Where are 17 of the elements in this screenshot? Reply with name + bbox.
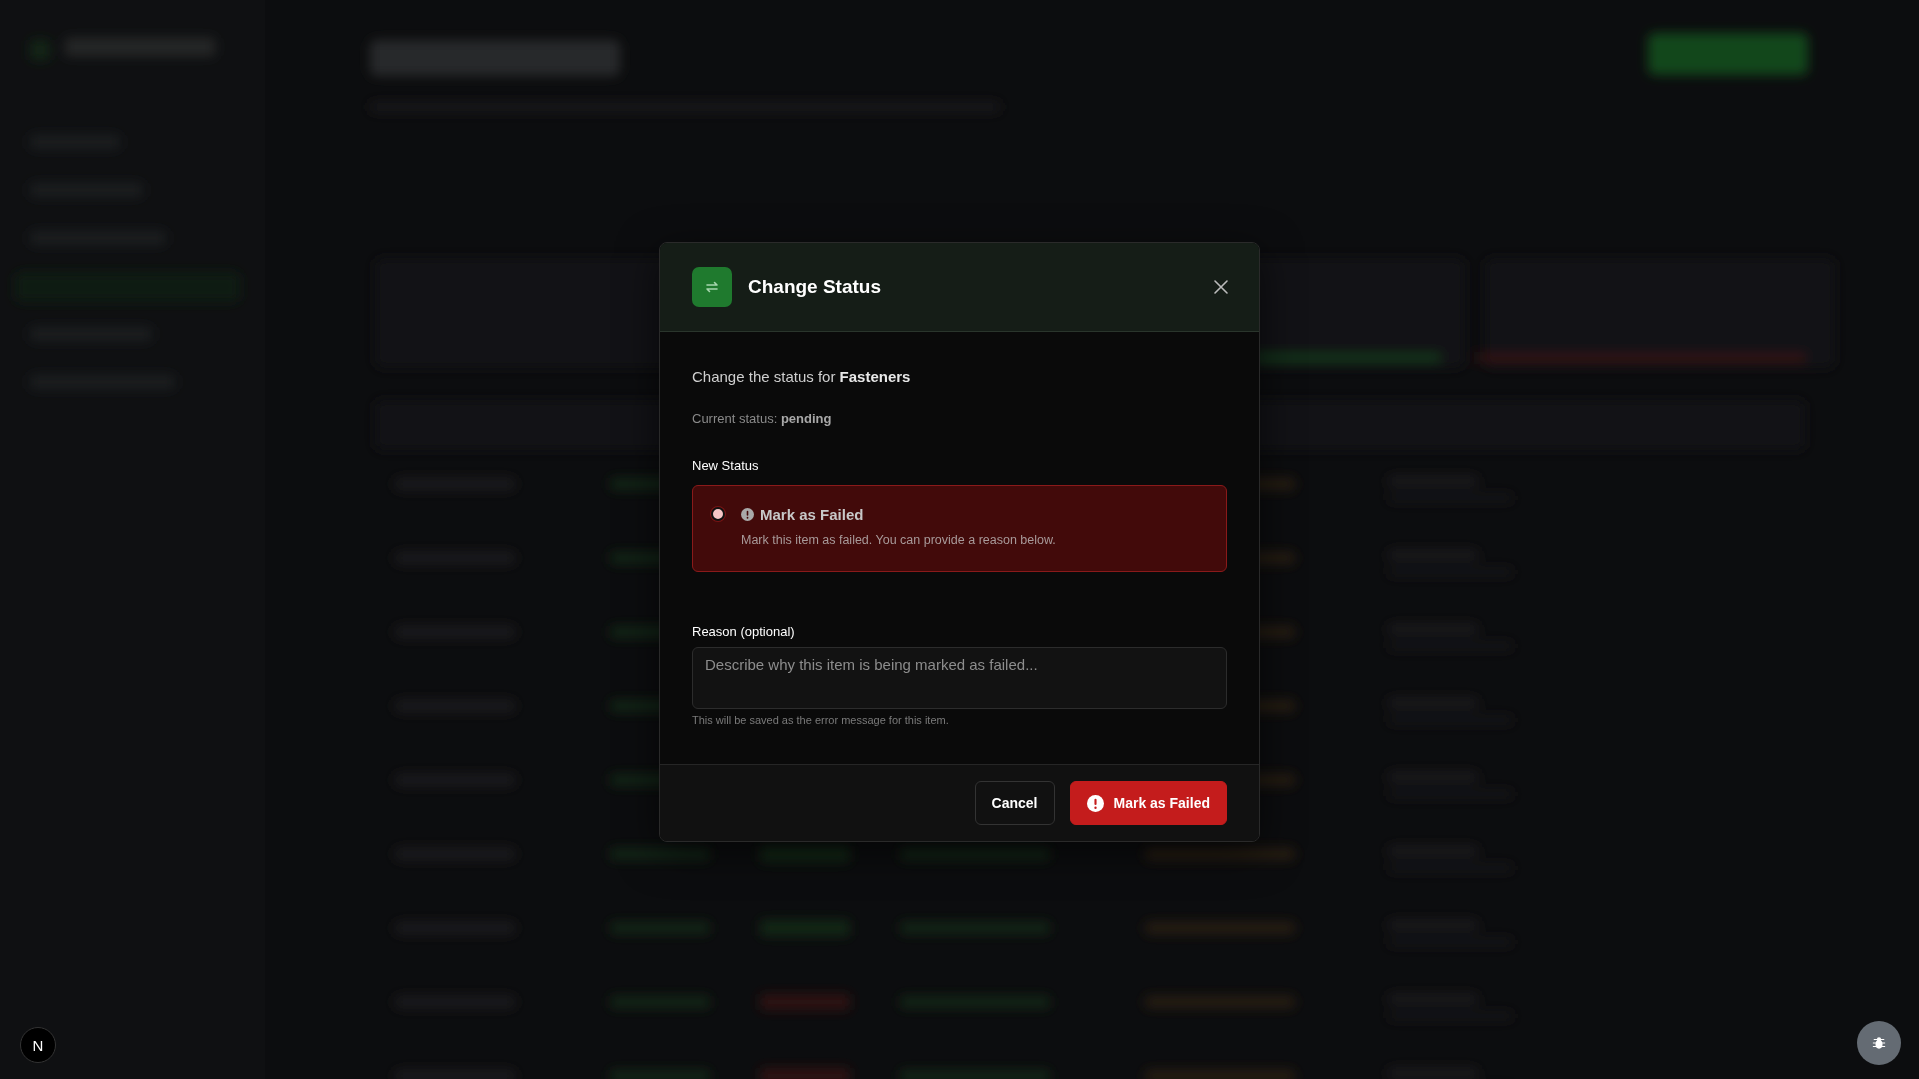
option-label: Mark as Failed xyxy=(760,506,864,523)
bug-icon[interactable] xyxy=(1857,1021,1901,1065)
radio-button[interactable] xyxy=(711,507,725,521)
swap-arrows-icon xyxy=(692,267,732,307)
mark-failed-button[interactable]: Mark as Failed xyxy=(1069,781,1227,825)
status-option[interactable]: Mark as Failed Mark this item as failed. You can provide a reason below. xyxy=(692,485,1227,572)
alert-icon xyxy=(1086,794,1104,812)
cancel-button[interactable]: Cancel xyxy=(974,781,1055,825)
reason-hint: This will be saved as the error message for this item. xyxy=(692,714,950,726)
dialog-title: Change Status xyxy=(748,276,883,298)
current-status-text: Current status: pending xyxy=(692,411,833,426)
new-status-label: New Status xyxy=(692,458,760,473)
reason-label: Reason (optional) xyxy=(692,624,796,639)
option-description: Mark this item as failed. You can provide a reason below. xyxy=(741,533,1056,547)
alert-icon xyxy=(741,508,754,521)
intro-text: Change the status for Fasteners xyxy=(692,368,912,385)
reason-field[interactable]: Describe why this item is being marked as failed... xyxy=(692,647,1227,709)
